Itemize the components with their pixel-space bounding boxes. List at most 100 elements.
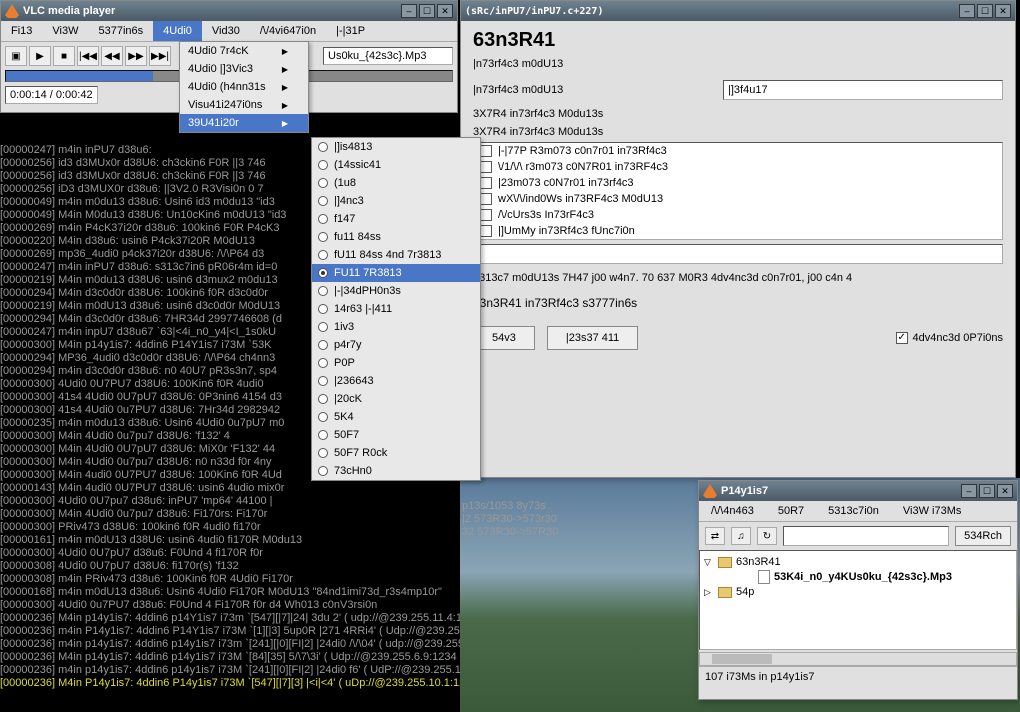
radio-icon [318, 430, 328, 440]
equalizer-preset[interactable]: |]is4813 [312, 138, 480, 156]
menu-/\/4vi647i0n[interactable]: /\/4vi647i0n [250, 21, 326, 41]
minimize-button[interactable]: – [961, 484, 977, 498]
now-playing-filename: Us0ku_{42s3c}.Mp3 [323, 47, 453, 65]
equalizer-preset[interactable]: 14r63 |-|411 [312, 300, 480, 318]
modules-edit-box[interactable] [473, 244, 1003, 264]
tree-item[interactable]: 53K4i_n0_y4KUs0ku_{42s3c}.Mp3 [704, 569, 1012, 585]
menu-item[interactable]: Visu41i247i0ns▶ [180, 96, 308, 114]
next-button[interactable]: ▶▶| [149, 46, 171, 66]
vlc-menubar: Fi13Vi3W5377in6s4Udi0Vid30/\/4vi647i0n|-… [1, 21, 457, 42]
close-button[interactable]: ✕ [437, 4, 453, 18]
submenu-arrow-icon: ▶ [282, 65, 288, 74]
equalizer-preset[interactable]: 73cHn0 [312, 462, 480, 480]
modules-checklist: |-|77P R3m073 c0n7r01 in73Rf4c3\/1/\/\ r… [473, 142, 1003, 240]
folder-icon [718, 587, 732, 598]
equalizer-preset[interactable]: P0P [312, 354, 480, 372]
minimize-button[interactable]: – [401, 4, 417, 18]
tree-toggle-icon[interactable]: ▽ [704, 557, 714, 568]
module-check-item[interactable]: /\/cUrs3s In73rF4c3 [474, 207, 1002, 223]
shuffle-button[interactable]: ⇄ [705, 527, 725, 545]
radio-icon [318, 232, 328, 242]
maximize-button[interactable]: ☐ [977, 4, 993, 18]
equalizer-preset[interactable]: p4r7y [312, 336, 480, 354]
playlist-hscrollbar[interactable] [699, 652, 1017, 666]
save-button[interactable]: 54v3 [473, 326, 535, 350]
menu-item[interactable]: 39U41i20r▶ [180, 114, 308, 132]
menu-4Udi0[interactable]: 4Udi0 [153, 21, 202, 41]
tree-item[interactable]: ▷ 54p [704, 585, 1012, 599]
equalizer-preset[interactable]: f147 [312, 210, 480, 228]
advanced-options-checkbox[interactable]: 4dv4nc3d 0P7i0ns [896, 332, 1003, 344]
module-check-item[interactable]: \/1/\/\ r3m073 c0N7R01 in73RF4c3 [474, 159, 1002, 175]
stop-button[interactable]: ■ [53, 46, 75, 66]
maximize-button[interactable]: ☐ [979, 484, 995, 498]
play-button[interactable]: ▶ [29, 46, 51, 66]
vlc-titlebar[interactable]: VLC media player – ☐ ✕ [1, 1, 457, 21]
playlist-tab[interactable]: 50R7 [766, 501, 816, 521]
playlist-tab[interactable]: /\/\4n463 [699, 501, 766, 521]
menu-item[interactable]: 4Udi0 (h4nn31s▶ [180, 78, 308, 96]
scrollbar-thumb[interactable] [712, 654, 772, 664]
forward-button[interactable]: ▶▶ [125, 46, 147, 66]
tree-toggle-icon[interactable]: ▷ [704, 587, 714, 598]
submenu-arrow-icon: ▶ [282, 101, 288, 110]
playlist-tab[interactable]: 5313c7i0n [816, 501, 891, 521]
playlist-titlebar[interactable]: P14y1is7 – ☐ ✕ [699, 481, 1017, 501]
module-check-item[interactable]: |-|77P R3m073 c0n7r01 in73Rf4c3 [474, 143, 1002, 159]
menu-Vid30[interactable]: Vid30 [202, 21, 250, 41]
menu-item[interactable]: 4Udi0 7r4cK▶ [180, 42, 308, 60]
equalizer-preset[interactable]: 5K4 [312, 408, 480, 426]
settings-titlebar[interactable]: (sRc/inPU7/inPU7.c+227) – ☐ ✕ [461, 1, 1015, 21]
rewind-button[interactable]: ◀◀ [101, 46, 123, 66]
equalizer-preset[interactable]: (1u8 [312, 174, 480, 192]
module-check-item[interactable]: |]UmMy in73Rf4c3 fUnc7i0n [474, 223, 1002, 239]
reset-all-button[interactable]: |23s37 411 [547, 326, 638, 350]
radio-icon [318, 376, 328, 386]
loop-button[interactable]: ↻ [757, 527, 777, 545]
equalizer-preset[interactable]: (14ssic41 [312, 156, 480, 174]
stop-eject-button[interactable]: ▣ [5, 46, 27, 66]
module-check-item[interactable]: |23m073 c0N7r01 in73rf4c3 [474, 175, 1002, 191]
equalizer-preset[interactable]: |20cK [312, 390, 480, 408]
radio-icon [318, 268, 328, 278]
tree-label: 53K4i_n0_y4KUs0ku_{42s3c}.Mp3 [774, 571, 952, 583]
checkbox-icon [480, 161, 492, 173]
close-button[interactable]: ✕ [995, 4, 1011, 18]
playlist-tab[interactable]: Vi3W i73Ms [891, 501, 973, 521]
tree-label: 54p [736, 586, 754, 598]
equalizer-preset[interactable]: |236643 [312, 372, 480, 390]
tree-label: 63n3R41 [736, 556, 781, 568]
search-button[interactable]: 534Rch [955, 526, 1011, 546]
close-button[interactable]: ✕ [997, 484, 1013, 498]
vlc-cone-icon [703, 484, 717, 498]
menu-item[interactable]: 4Udi0 |]3Vic3▶ [180, 60, 308, 78]
equalizer-preset[interactable]: 50F7 R0ck [312, 444, 480, 462]
module-check-item[interactable]: wX\/\/ind0Ws in73RF4c3 M0dU13 [474, 191, 1002, 207]
minimize-button[interactable]: – [959, 4, 975, 18]
playlist-tree[interactable]: ▽ 63n3R41 53K4i_n0_y4KUs0ku_{42s3c}.Mp3 ▷ 54… [699, 550, 1017, 650]
radio-icon [318, 322, 328, 332]
tree-item[interactable]: ▽ 63n3R41 [704, 555, 1012, 569]
equalizer-preset[interactable]: |]4nc3 [312, 192, 480, 210]
equalizer-preset[interactable]: fu11 84ss [312, 228, 480, 246]
interface-module-input[interactable] [723, 80, 1003, 100]
maximize-button[interactable]: ☐ [419, 4, 435, 18]
equalizer-preset[interactable]: 1iv3 [312, 318, 480, 336]
repeat-button[interactable]: ♫ [731, 527, 751, 545]
playlist-search-input[interactable] [783, 526, 949, 546]
menu-5377in6s[interactable]: 5377in6s [89, 21, 154, 41]
playlist-title: P14y1is7 [721, 485, 961, 497]
menu-Vi3W[interactable]: Vi3W [42, 21, 88, 41]
radio-icon [318, 394, 328, 404]
equalizer-preset[interactable]: 50F7 [312, 426, 480, 444]
general-interface-settings-label: 63n3R41 in73Rf4c3 s3777in6s [473, 296, 1003, 310]
menu-|-|31P[interactable]: |-|31P [326, 21, 375, 41]
radio-icon [318, 466, 328, 476]
radio-icon [318, 142, 328, 152]
equalizer-preset[interactable]: FU11 7R3813 [312, 264, 480, 282]
prev-button[interactable]: |◀◀ [77, 46, 99, 66]
menu-Fi13[interactable]: Fi13 [1, 21, 42, 41]
equalizer-preset[interactable]: fU11 84ss 4nd 7r3813 [312, 246, 480, 264]
equalizer-preset[interactable]: |-|34dPH0n3s [312, 282, 480, 300]
radio-icon [318, 160, 328, 170]
